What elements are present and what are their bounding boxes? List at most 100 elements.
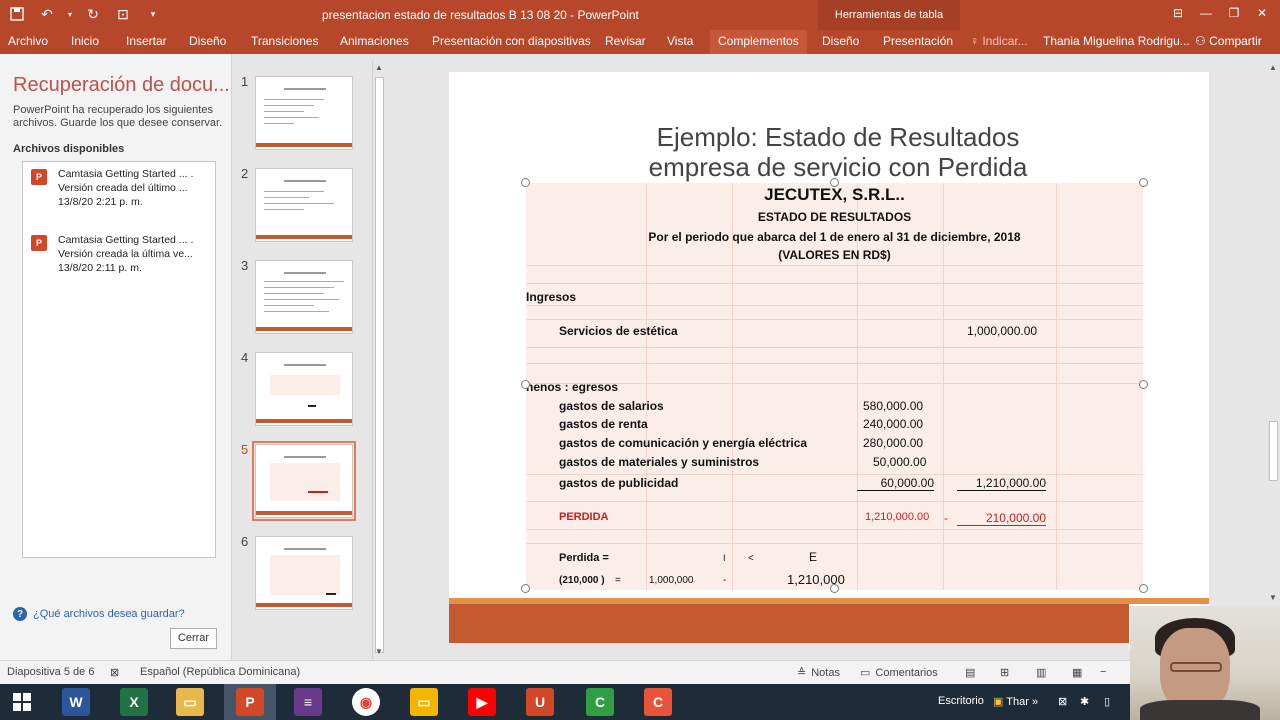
scroll-up-icon[interactable]: ▲ — [375, 63, 383, 72]
winrar-icon[interactable]: ≡ — [294, 688, 322, 716]
battery-icon[interactable]: ▯ — [1104, 695, 1110, 708]
tab-revisar[interactable]: Revisar — [605, 34, 646, 48]
scroll-down-icon[interactable]: ▼ — [375, 647, 383, 656]
spellcheck-icon[interactable]: ⊠ — [110, 666, 119, 679]
word-icon[interactable]: W — [62, 688, 90, 716]
tab-animaciones[interactable]: Animaciones — [340, 34, 409, 48]
available-files-heading: Archivos disponibles — [13, 143, 125, 155]
desktop-toolbar-label[interactable]: Escritorio — [938, 695, 984, 707]
slide-title-line-1: Ejemplo: Estado de Resultados — [656, 122, 1020, 152]
resize-handle[interactable] — [830, 584, 839, 593]
tell-me-box[interactable]: ♀ Indicar... — [970, 34, 1028, 48]
google-slides-icon[interactable]: ▭ — [410, 688, 438, 716]
thumbnails-scrollbar[interactable]: ▲ ▼ — [372, 61, 386, 659]
canvas-scrollbar[interactable]: ▲ ▼ — [1266, 61, 1280, 602]
youtube-icon[interactable]: ▶ — [468, 688, 496, 716]
excel-icon[interactable]: X — [120, 688, 148, 716]
recovered-file-item[interactable]: P Camtasia Getting Started ... . Versión… — [31, 233, 211, 275]
powerpoint-icon[interactable]: P — [236, 688, 264, 716]
normal-view-icon[interactable]: ▤ — [965, 666, 975, 679]
tab-vista[interactable]: Vista — [667, 34, 693, 48]
user-folder-icon: ▣ — [993, 696, 1004, 708]
chrome-icon[interactable]: ◉ — [352, 688, 380, 716]
notes-label: Notas — [811, 666, 840, 679]
camtasia-green-icon[interactable]: C — [586, 688, 614, 716]
tab-complementos[interactable]: Complementos — [710, 30, 807, 54]
expense-value: 50,000.00 — [873, 455, 927, 469]
slide-thumbnail-4[interactable] — [255, 352, 353, 426]
tab-diseno[interactable]: Diseño — [189, 34, 226, 48]
scroll-thumb[interactable] — [1269, 421, 1278, 481]
app-orange-icon[interactable]: U — [526, 688, 554, 716]
slideshow-view-icon[interactable]: ▦ — [1072, 666, 1082, 679]
language-indicator[interactable]: Español (República Dominicana) — [140, 666, 300, 678]
expenses-total: 1,210,000.00 — [957, 476, 1046, 491]
customize-qat-icon[interactable]: ▾ — [142, 3, 164, 25]
bluetooth-icon[interactable]: ✱ — [1080, 695, 1089, 708]
slideshow-start-icon[interactable]: ⊡ — [112, 3, 134, 25]
save-icon[interactable] — [6, 3, 28, 25]
ribbon-tabs: Archivo Inicio Insertar Diseño Transicio… — [0, 30, 1280, 54]
slide-5[interactable]: Ejemplo: Estado de Resultados empresa de… — [449, 72, 1209, 649]
user-toolbar-label[interactable]: ▣ Thar » — [993, 695, 1038, 708]
resize-handle[interactable] — [521, 380, 530, 389]
file-explorer-icon[interactable]: ▭ — [176, 688, 204, 716]
camtasia-recorder-icon[interactable]: C — [644, 688, 672, 716]
scroll-down-icon[interactable]: ▼ — [1269, 593, 1277, 602]
slide-title[interactable]: Ejemplo: Estado de Resultados empresa de… — [504, 122, 1172, 182]
help-label: ¿Qué archivos desea guardar? — [33, 608, 185, 620]
account-user[interactable]: Thania Miguelina Rodrigu... — [1043, 34, 1190, 48]
slide-thumbnail-3[interactable] — [255, 260, 353, 334]
resize-handle[interactable] — [1139, 178, 1148, 187]
undo-icon[interactable]: ↶ — [36, 3, 58, 25]
slide-thumbnail-1[interactable] — [255, 76, 353, 150]
tab-transiciones[interactable]: Transiciones — [251, 34, 319, 48]
redo-icon[interactable]: ↻ — [82, 3, 104, 25]
tab-presentacion-diapositivas[interactable]: Presentación con diapositivas — [432, 34, 591, 48]
restore-icon[interactable]: ❐ — [1220, 0, 1248, 26]
scroll-thumb[interactable] — [375, 77, 384, 653]
recovery-title: Recuperación de docu... — [13, 74, 230, 96]
notes-button[interactable]: ≙ Notas — [797, 666, 840, 680]
income-statement-table[interactable]: JECUTEX, S.R.L.. ESTADO DE RESULTADOS Po… — [526, 183, 1143, 590]
comment-icon: ▭ — [860, 667, 871, 679]
resize-handle[interactable] — [521, 584, 530, 593]
resize-handle[interactable] — [1139, 584, 1148, 593]
recovered-file-item[interactable]: P Camtasia Getting Started ... . Versión… — [31, 167, 211, 209]
comments-button[interactable]: ▭ Comentarios — [860, 666, 938, 680]
table-tools-label: Herramientas de tabla — [818, 0, 960, 30]
chevron-down-icon[interactable]: ▾ — [66, 3, 74, 25]
tab-table-diseno[interactable]: Diseño — [822, 34, 859, 48]
tray-network-icon[interactable]: ⊠ — [1058, 695, 1067, 708]
slide-thumbnail-2[interactable] — [255, 168, 353, 242]
ribbon-display-icon[interactable]: ⊟ — [1164, 0, 1192, 26]
resize-handle[interactable] — [521, 178, 530, 187]
tab-insertar[interactable]: Insertar — [126, 34, 167, 48]
tab-table-presentacion[interactable]: Presentación — [883, 34, 953, 48]
resize-handle[interactable] — [1139, 380, 1148, 389]
thumbnail-number: 1 — [241, 74, 249, 89]
zoom-out-icon[interactable]: − — [1100, 666, 1106, 678]
close-icon[interactable]: ✕ — [1248, 0, 1276, 26]
close-button[interactable]: Cerrar — [170, 628, 217, 649]
slide-thumbnail-5[interactable] — [252, 441, 356, 521]
quick-access-toolbar: ↶ ▾ ↻ ⊡ ▾ — [6, 3, 164, 25]
slide-thumbnail-6[interactable] — [255, 536, 353, 610]
reading-view-icon[interactable]: ▥ — [1036, 666, 1046, 679]
slide-editing-canvas: Ejemplo: Estado de Resultados empresa de… — [388, 54, 1268, 660]
company-name: JECUTEX, S.R.L.. — [764, 185, 905, 204]
recovery-help-link[interactable]: ? ¿Qué archivos desea guardar? — [13, 607, 185, 621]
tab-archivo[interactable]: Archivo — [8, 34, 48, 48]
minimize-icon[interactable]: — — [1192, 0, 1220, 26]
income-item: Servicios de estética — [559, 324, 678, 338]
windows-taskbar: W X ▭ P ≡ ◉ ▭ ▶ U C C Escritorio ▣ Thar … — [0, 684, 1280, 720]
title-bar: ↶ ▾ ↻ ⊡ ▾ presentacion estado de resulta… — [0, 0, 1280, 30]
income-value: 1,000,000.00 — [967, 324, 1038, 338]
start-windows-icon[interactable] — [8, 688, 36, 716]
share-button[interactable]: ⚇ Compartir — [1195, 34, 1262, 48]
slide-sorter-icon[interactable]: ⊞ — [1000, 666, 1009, 679]
status-bar: Diapositiva 5 de 6 ⊠ Español (República … — [0, 660, 1280, 684]
tab-inicio[interactable]: Inicio — [71, 34, 99, 48]
scroll-up-icon[interactable]: ▲ — [1269, 63, 1277, 72]
resize-handle[interactable] — [830, 178, 839, 187]
